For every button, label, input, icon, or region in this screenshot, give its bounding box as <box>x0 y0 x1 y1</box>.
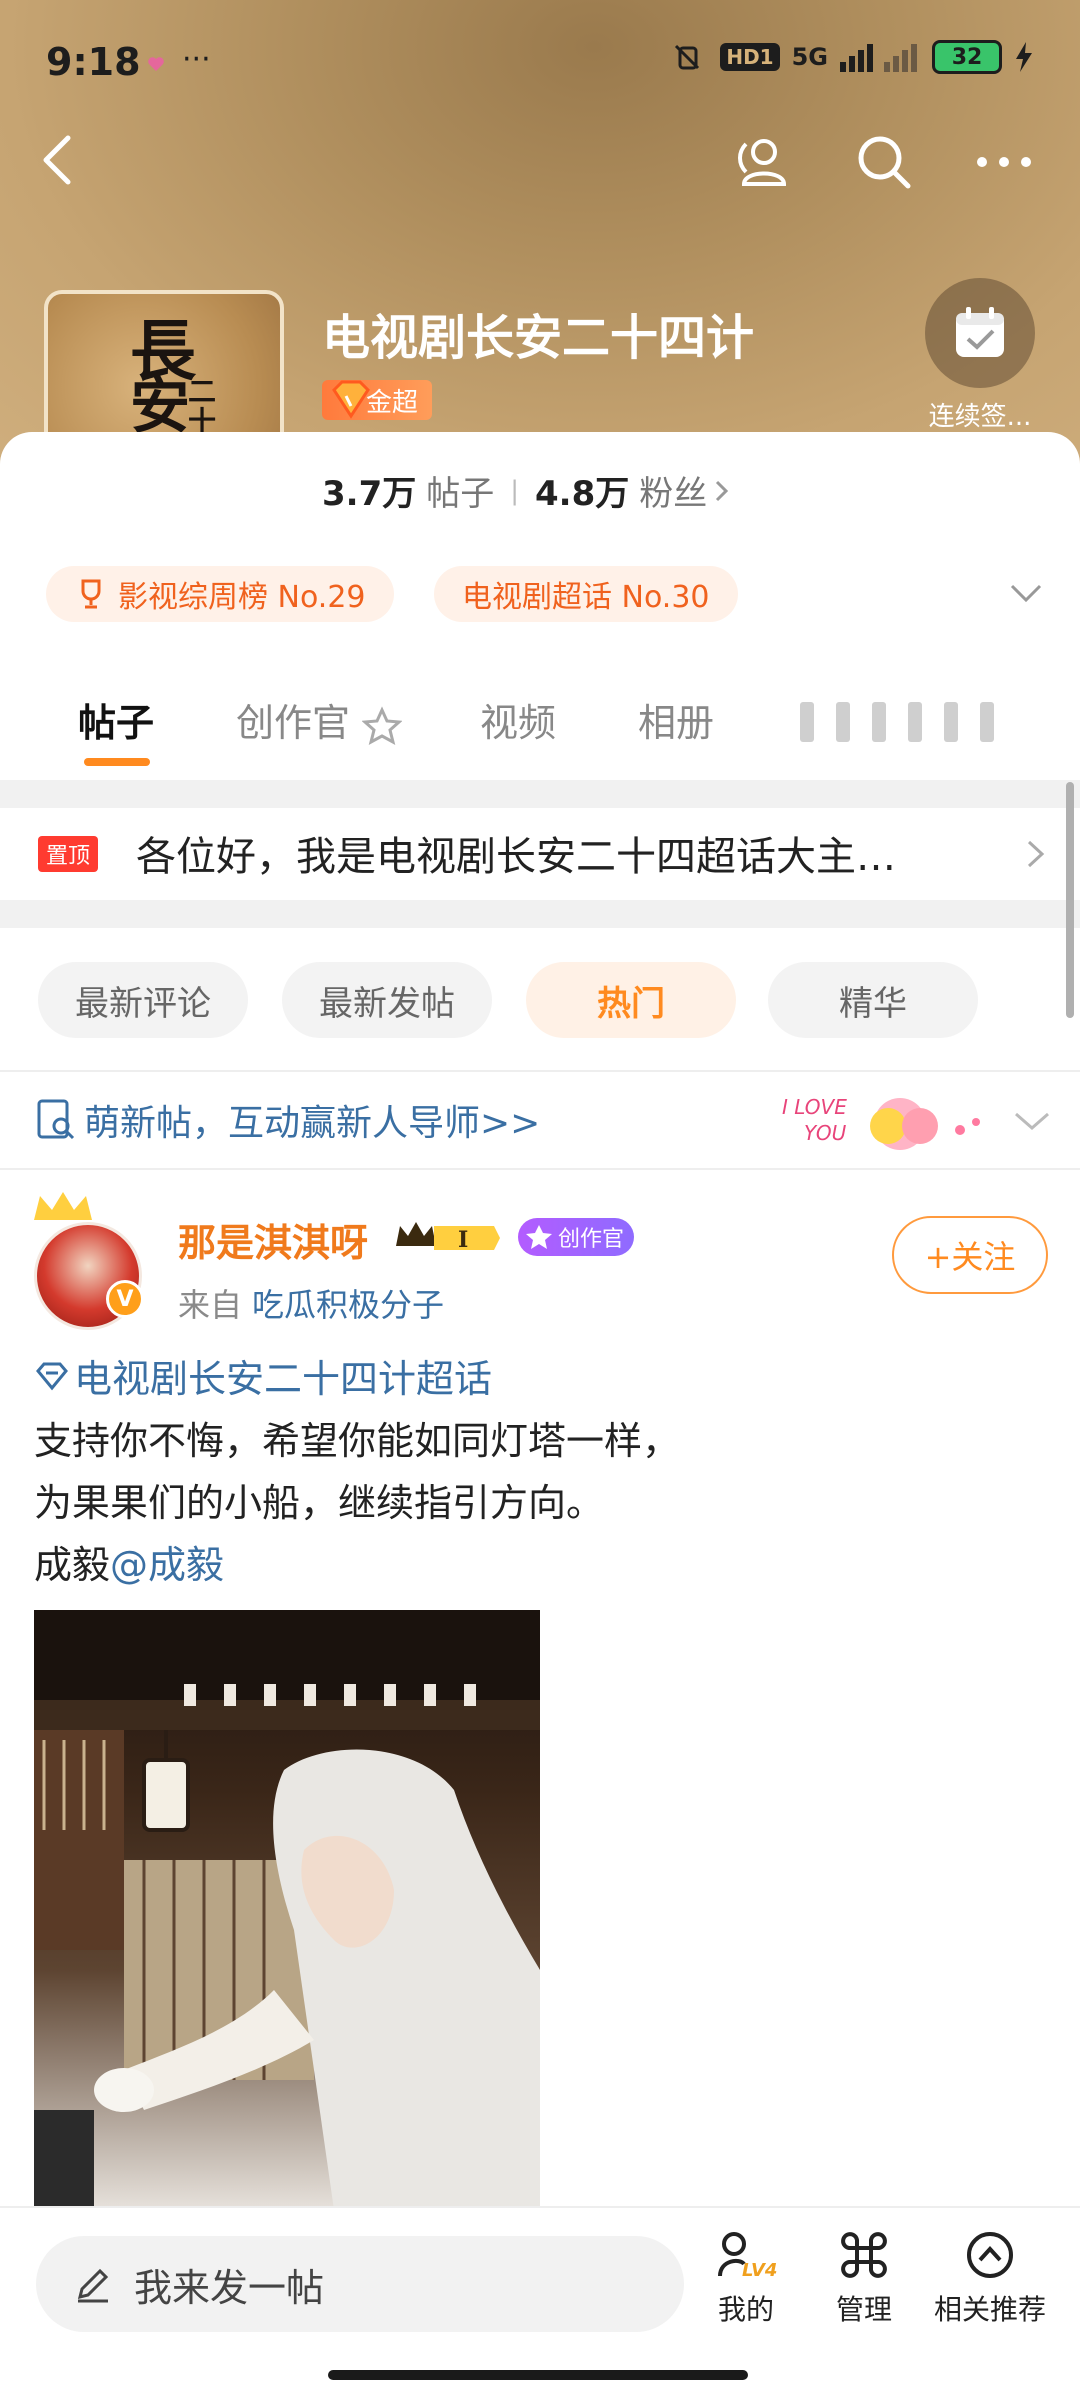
status-bar: 9:18 ··· HD1 5G 32 <box>0 0 1080 120</box>
mute-vibrate-icon <box>675 44 700 70</box>
filter-hot[interactable]: 热门 <box>526 962 736 1038</box>
home-indicator[interactable] <box>328 2370 748 2380</box>
charging-icon <box>1016 42 1032 72</box>
compose-post-button[interactable]: 我来发一帖 <box>36 2236 684 2332</box>
gold-super-badge[interactable]: 金超 <box>322 380 433 420</box>
post-text-line: 成毅@成毅 <box>34 1534 224 1589</box>
bottom-tab-label: 我的 <box>717 2293 774 2326</box>
post-photo-illustration <box>34 1610 540 2210</box>
post-topic-link[interactable]: 电视剧长安二十四计超话 <box>34 1348 492 1403</box>
tab-overflow-placeholder <box>800 698 1000 746</box>
filter-featured[interactable]: 精华 <box>768 962 978 1038</box>
svg-text:LV4: LV4 <box>742 2260 777 2280</box>
bottom-tab-recommend[interactable]: 相关推荐 <box>928 2230 1052 2328</box>
pinned-post[interactable]: 置顶 各位好，我是电视剧长安二十四超话大主… <box>0 808 1080 900</box>
source-prefix: 来自 <box>178 1286 243 1324</box>
pinned-badge: 置顶 <box>38 836 99 872</box>
heart-notification-icon <box>148 57 164 71</box>
follow-button[interactable]: +关注 <box>892 1216 1048 1294</box>
back-arrow-icon[interactable] <box>30 130 90 190</box>
members-icon[interactable] <box>730 130 794 194</box>
source-name[interactable]: 吃瓜积极分子 <box>252 1286 444 1324</box>
post-text-line: 为果果们的小船，继续指引方向。 <box>34 1481 605 1525</box>
chevron-right-icon <box>1027 840 1045 868</box>
network-label: 5G <box>791 43 828 71</box>
command-icon <box>841 2232 887 2278</box>
post-text-line: 支持你不悔，希望你能如同灯塔一样， <box>34 1419 681 1463</box>
rank-label: 影视综周榜 No.29 <box>118 580 366 615</box>
bottom-tab-mine[interactable]: LV4 我的 <box>686 2230 806 2328</box>
battery-indicator: 32 <box>932 40 1002 74</box>
status-more-dots: ··· <box>182 42 211 77</box>
tab-album[interactable]: 相册 <box>638 692 714 747</box>
post-text-prefix: 成毅 <box>34 1543 111 1587</box>
creator-badge-label: 创作官 <box>558 1227 625 1252</box>
newbie-banner[interactable]: 萌新帖，互动赢新人导师>> I LOVE YOU <box>0 1072 1080 1168</box>
search-icon[interactable] <box>852 130 916 194</box>
diamond-icon <box>332 380 370 419</box>
newbie-text: 萌新帖，互动赢新人导师>> <box>84 1103 541 1144</box>
chevron-up-circle-icon <box>967 2232 1013 2278</box>
rank-chip-weekly[interactable]: 影视综周榜 No.29 <box>46 566 394 622</box>
love-sticker-icon: I LOVE YOU <box>782 1095 980 1150</box>
bottom-tab-label: 管理 <box>835 2293 892 2326</box>
post-source: 来自 吃瓜积极分子 <box>178 1280 444 1326</box>
topic-stats[interactable]: 3.7万 帖子 | 4.8万 粉丝 <box>322 466 731 515</box>
rank-chip-drama[interactable]: 电视剧超话 No.30 <box>434 566 738 622</box>
compose-placeholder: 我来发一帖 <box>134 2265 325 2310</box>
vip-crown-badge-icon: I <box>396 1222 500 1253</box>
filter-latest-post[interactable]: 最新发帖 <box>282 962 492 1038</box>
hd-badge: HD1 <box>720 43 780 71</box>
post-topic-label: 电视剧长安二十四计超话 <box>74 1357 493 1401</box>
verified-v-badge: V <box>106 1280 144 1318</box>
more-options-icon[interactable] <box>972 130 1036 194</box>
creator-star-icon <box>526 1225 552 1249</box>
signin-button[interactable]: 连续签... <box>900 278 1060 433</box>
tab-creator-label: 创作官 <box>236 701 351 745</box>
user-lv4-icon: LV4 <box>718 2232 777 2281</box>
signal-bars-icon <box>840 44 917 72</box>
trophy-icon <box>81 579 101 609</box>
fans-label: 粉丝 <box>639 474 708 514</box>
vip-level: I <box>458 1227 468 1253</box>
post-user-name[interactable]: 那是淇淇呀 <box>178 1212 368 1267</box>
tab-posts[interactable]: 帖子 <box>78 692 154 747</box>
section-divider <box>0 780 1080 808</box>
tab-creator[interactable]: 创作官 <box>236 692 403 747</box>
svg-text:YOU: YOU <box>804 1121 847 1145</box>
star-badge-icon <box>361 705 403 745</box>
filter-latest-comment[interactable]: 最新评论 <box>38 962 248 1038</box>
section-divider <box>0 900 1080 928</box>
status-time: 9:18 <box>46 40 141 84</box>
chevron-right-icon <box>716 480 729 501</box>
diamond-topic-icon <box>36 1362 68 1390</box>
divider-line <box>0 1168 1080 1170</box>
pen-icon <box>77 2268 109 2303</box>
signin-label: 连续签... <box>928 402 1032 432</box>
scrollbar[interactable] <box>1066 782 1074 1018</box>
document-search-icon <box>37 1099 75 1140</box>
stats-separator: | <box>510 475 519 506</box>
bottom-tab-label: 相关推荐 <box>933 2293 1046 2326</box>
status-indicators: HD1 5G 32 <box>668 40 1034 74</box>
post-image[interactable] <box>34 1610 540 2210</box>
active-tab-indicator <box>84 758 150 766</box>
svg-text:I LOVE: I LOVE <box>782 1095 847 1119</box>
battery-level: 32 <box>951 44 983 70</box>
gold-super-label: 金超 <box>366 387 419 418</box>
chevron-down-icon[interactable] <box>1006 576 1046 612</box>
chevron-down-icon[interactable] <box>1012 1110 1052 1134</box>
posts-count: 3.7万 <box>322 474 417 514</box>
tab-videos[interactable]: 视频 <box>480 692 556 747</box>
posts-label: 帖子 <box>426 474 495 514</box>
mention-link[interactable]: @成毅 <box>110 1543 224 1587</box>
fans-count: 4.8万 <box>535 474 630 514</box>
creator-badge: 创作官 <box>518 1218 635 1256</box>
calendar-check-icon <box>956 307 1004 357</box>
pinned-title: 各位好，我是电视剧长安二十四超话大主… <box>136 834 896 880</box>
topic-title: 电视剧长安二十四计 <box>322 310 755 366</box>
bottom-tab-manage[interactable]: 管理 <box>804 2230 924 2328</box>
rank-label: 电视剧超话 No.30 <box>462 580 710 615</box>
